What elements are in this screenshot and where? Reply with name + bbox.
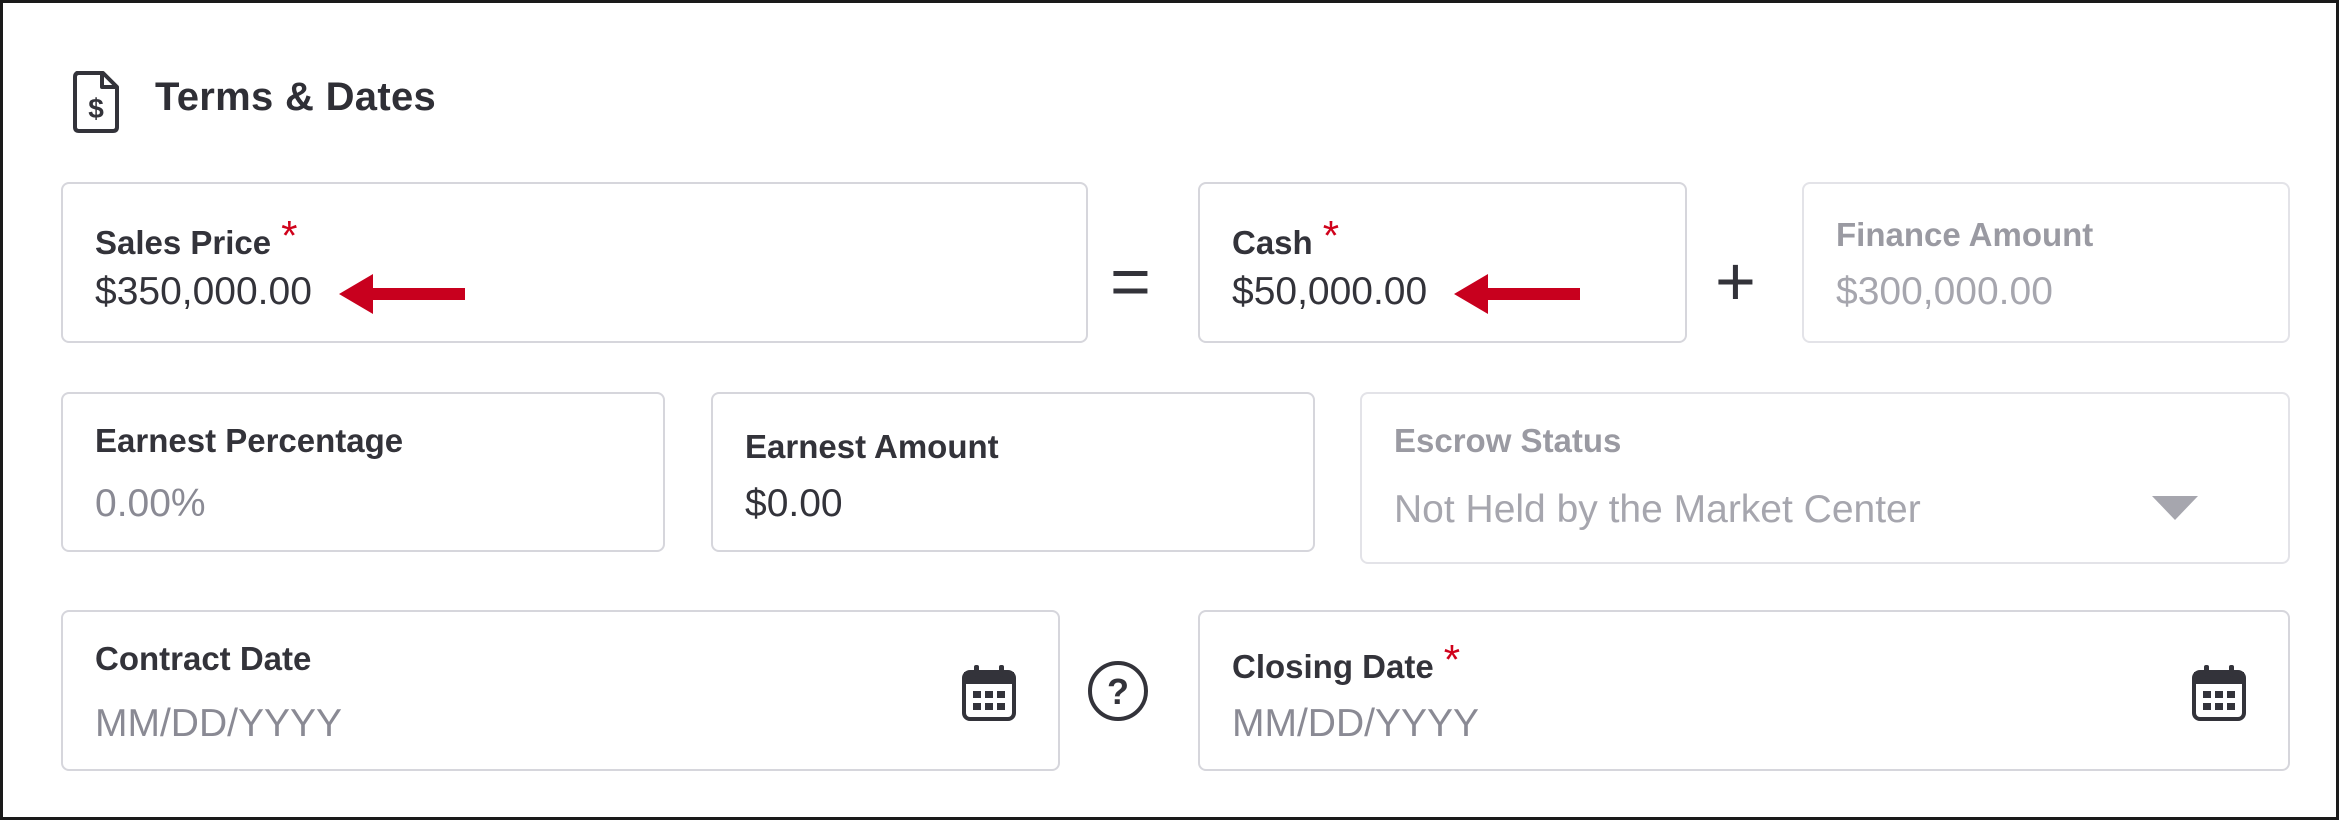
- closing-date-field[interactable]: Closing Date * MM/DD/YYYY: [1198, 610, 2290, 771]
- required-asterisk: *: [281, 212, 298, 259]
- section-title: Terms & Dates: [155, 75, 437, 119]
- escrow-status-select: Escrow Status Not Held by the Market Cen…: [1360, 392, 2290, 564]
- red-arrow-icon: [339, 274, 465, 314]
- sales-price-label: Sales Price: [95, 224, 272, 261]
- earnest-amount-value: $0.00: [745, 482, 843, 525]
- escrow-status-value: Not Held by the Market Center: [1394, 488, 1921, 531]
- finance-amount-label: Finance Amount: [1836, 216, 2094, 253]
- terms-dates-panel: $ Terms & Dates Sales Price * $350,000.00…: [0, 0, 2339, 820]
- closing-date-input[interactable]: MM/DD/YYYY: [1232, 702, 1479, 746]
- help-symbol: ?: [1107, 671, 1129, 712]
- cash-field[interactable]: Cash * $50,000.00: [1198, 182, 1687, 343]
- closing-date-label: Closing Date: [1232, 648, 1434, 685]
- contract-date-label: Contract Date: [95, 640, 312, 677]
- escrow-status-label: Escrow Status: [1394, 422, 1622, 459]
- plus-sign: +: [1715, 242, 1756, 320]
- sales-price-field[interactable]: Sales Price * $350,000.00: [61, 182, 1088, 343]
- finance-amount-value: $300,000.00: [1836, 270, 2053, 313]
- contract-date-input[interactable]: MM/DD/YYYY: [95, 702, 342, 746]
- earnest-percentage-field[interactable]: Earnest Percentage 0.00%: [61, 392, 665, 552]
- required-asterisk: *: [1443, 636, 1461, 683]
- required-asterisk: *: [1322, 212, 1340, 259]
- calendar-icon[interactable]: [961, 664, 1017, 722]
- earnest-percentage-label: Earnest Percentage: [95, 422, 404, 459]
- earnest-amount-field[interactable]: Earnest Amount $0.00: [711, 392, 1315, 552]
- cash-value: $50,000.00: [1232, 270, 1428, 313]
- document-dollar-icon: $: [73, 71, 119, 133]
- contract-date-field[interactable]: Contract Date MM/DD/YYYY: [61, 610, 1060, 771]
- chevron-down-icon: [2152, 496, 2198, 520]
- question-circle-icon[interactable]: ?: [1087, 660, 1149, 722]
- earnest-amount-label: Earnest Amount: [745, 428, 999, 465]
- red-arrow-icon: [1454, 274, 1580, 314]
- finance-amount-field: Finance Amount $300,000.00: [1802, 182, 2290, 343]
- cash-label: Cash: [1232, 224, 1313, 261]
- calendar-icon[interactable]: [2191, 664, 2247, 722]
- sales-price-value: $350,000.00: [95, 270, 312, 313]
- svg-text:$: $: [88, 93, 104, 124]
- equals-sign: =: [1110, 242, 1151, 320]
- earnest-percentage-value: 0.00%: [95, 482, 206, 525]
